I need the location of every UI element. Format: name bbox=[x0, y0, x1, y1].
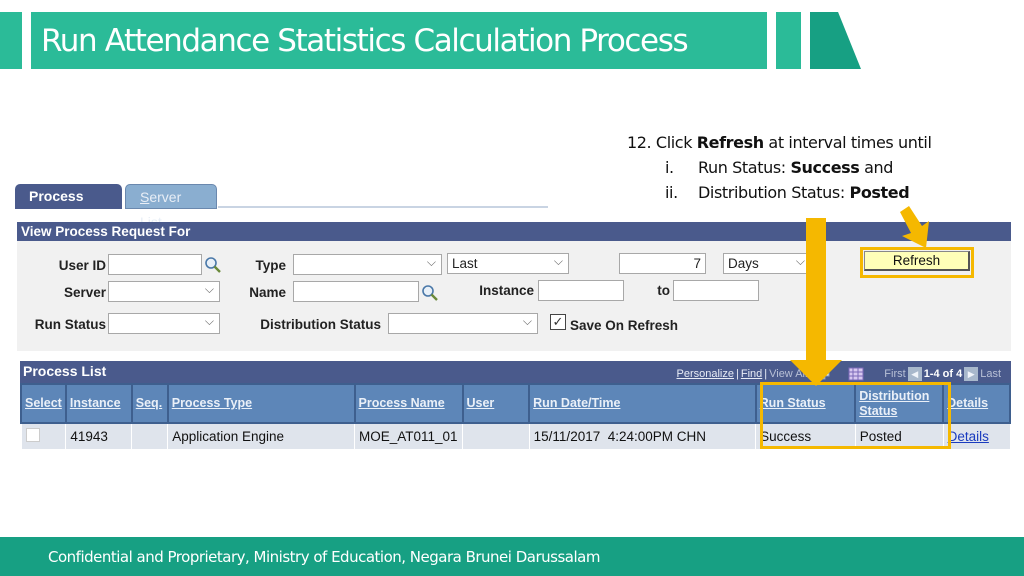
instructions: 12. Click Refresh at interval times unti… bbox=[627, 130, 932, 205]
user-id-input[interactable] bbox=[108, 254, 202, 275]
process-list-title: Process List bbox=[23, 363, 107, 379]
tab-process-list[interactable]: Process List bbox=[15, 184, 122, 229]
user-id-label: User ID bbox=[58, 258, 106, 273]
instance-to-input[interactable] bbox=[673, 280, 759, 301]
server-label: Server bbox=[63, 285, 106, 300]
name-input[interactable] bbox=[293, 281, 419, 302]
first-link[interactable]: First bbox=[884, 368, 905, 380]
select-cell bbox=[20, 422, 67, 450]
last-link[interactable]: Last bbox=[980, 368, 1001, 380]
find-link[interactable]: Find bbox=[741, 368, 762, 380]
process-type-cell: Application Engine bbox=[167, 422, 356, 450]
tab-divider bbox=[218, 206, 548, 208]
save-on-refresh-label: Save On Refresh bbox=[570, 318, 679, 333]
process-list-header: Process List Personalize | Find | View A… bbox=[20, 361, 1011, 383]
row-count: 1-4 of 4 bbox=[923, 368, 963, 380]
next-arrow-icon[interactable]: ▶ bbox=[964, 367, 979, 381]
tab-bar: Process List Server List bbox=[15, 184, 220, 230]
banner-wedge bbox=[810, 12, 861, 69]
row-select-checkbox[interactable] bbox=[25, 427, 40, 442]
download-grid-icon[interactable] bbox=[848, 367, 864, 381]
col-details[interactable]: Details bbox=[942, 383, 1011, 424]
banner-title-block: Run Attendance Statistics Calculation Pr… bbox=[31, 12, 767, 69]
run-status-label: Run Status bbox=[34, 317, 106, 332]
col-select[interactable]: Select bbox=[20, 383, 67, 424]
col-process-type[interactable]: Process Type bbox=[166, 383, 356, 424]
previous-arrow-icon[interactable]: ◀ bbox=[907, 367, 922, 381]
user-id-lookup-icon[interactable] bbox=[204, 256, 222, 274]
run-datetime-cell: 15/11/2017 4:24:00PM CHN bbox=[528, 422, 757, 450]
details-link[interactable]: Details bbox=[948, 429, 989, 444]
banner-left-block bbox=[0, 12, 22, 69]
instruction-item: i. Run Status: Success and bbox=[665, 158, 894, 177]
instruction-step: 12. Click Refresh at interval times unti… bbox=[627, 133, 932, 152]
col-process-name[interactable]: Process Name bbox=[353, 383, 464, 424]
range-select[interactable]: Last bbox=[447, 252, 569, 274]
type-label: Type bbox=[255, 258, 286, 273]
type-select[interactable] bbox=[293, 253, 442, 275]
range-count-input[interactable]: 7 bbox=[619, 253, 706, 274]
seq-cell bbox=[131, 422, 169, 450]
personalize-link[interactable]: Personalize bbox=[677, 368, 734, 380]
instance-cell: 41943 bbox=[65, 422, 133, 450]
grid-navigation: Personalize | Find | View All | First ◀ … bbox=[676, 367, 1001, 381]
name-lookup-icon[interactable] bbox=[421, 284, 439, 302]
distribution-status-select[interactable] bbox=[388, 312, 538, 334]
details-cell: Details bbox=[942, 422, 1011, 450]
col-instance[interactable]: Instance bbox=[64, 383, 133, 424]
col-seq[interactable]: Seq. bbox=[130, 383, 169, 424]
slide-title: Run Attendance Statistics Calculation Pr… bbox=[41, 22, 689, 59]
instance-from-input[interactable] bbox=[538, 280, 624, 301]
to-label: to bbox=[657, 283, 670, 298]
col-run-datetime[interactable]: Run Date/Time bbox=[528, 383, 757, 424]
run-status-select[interactable] bbox=[108, 312, 220, 334]
refresh-button[interactable]: Refresh bbox=[864, 251, 970, 271]
tab-server-list[interactable]: Server List bbox=[125, 184, 217, 230]
server-select[interactable] bbox=[108, 280, 220, 302]
instance-label: Instance bbox=[479, 283, 534, 298]
name-label: Name bbox=[249, 285, 286, 300]
footer-bar: Confidential and Proprietary, Ministry o… bbox=[0, 537, 1024, 576]
instruction-item: ii. Distribution Status: Posted bbox=[665, 183, 910, 202]
distribution-status-label: Distribution Status bbox=[260, 317, 381, 332]
process-name-cell: MOE_AT011_01 bbox=[354, 422, 463, 450]
status-highlight-box bbox=[760, 382, 951, 449]
col-user[interactable]: User bbox=[461, 383, 531, 424]
view-process-request-header: View Process Request For bbox=[17, 222, 1011, 241]
diagonal-arrow-icon bbox=[900, 206, 929, 248]
range-unit-select[interactable]: Days bbox=[723, 252, 811, 274]
banner-bar bbox=[776, 12, 801, 69]
down-arrow-shaft bbox=[806, 218, 826, 366]
user-cell bbox=[462, 422, 530, 450]
footer-text: Confidential and Proprietary, Ministry o… bbox=[48, 548, 600, 566]
save-on-refresh-checkbox[interactable]: ✓ bbox=[550, 314, 566, 330]
